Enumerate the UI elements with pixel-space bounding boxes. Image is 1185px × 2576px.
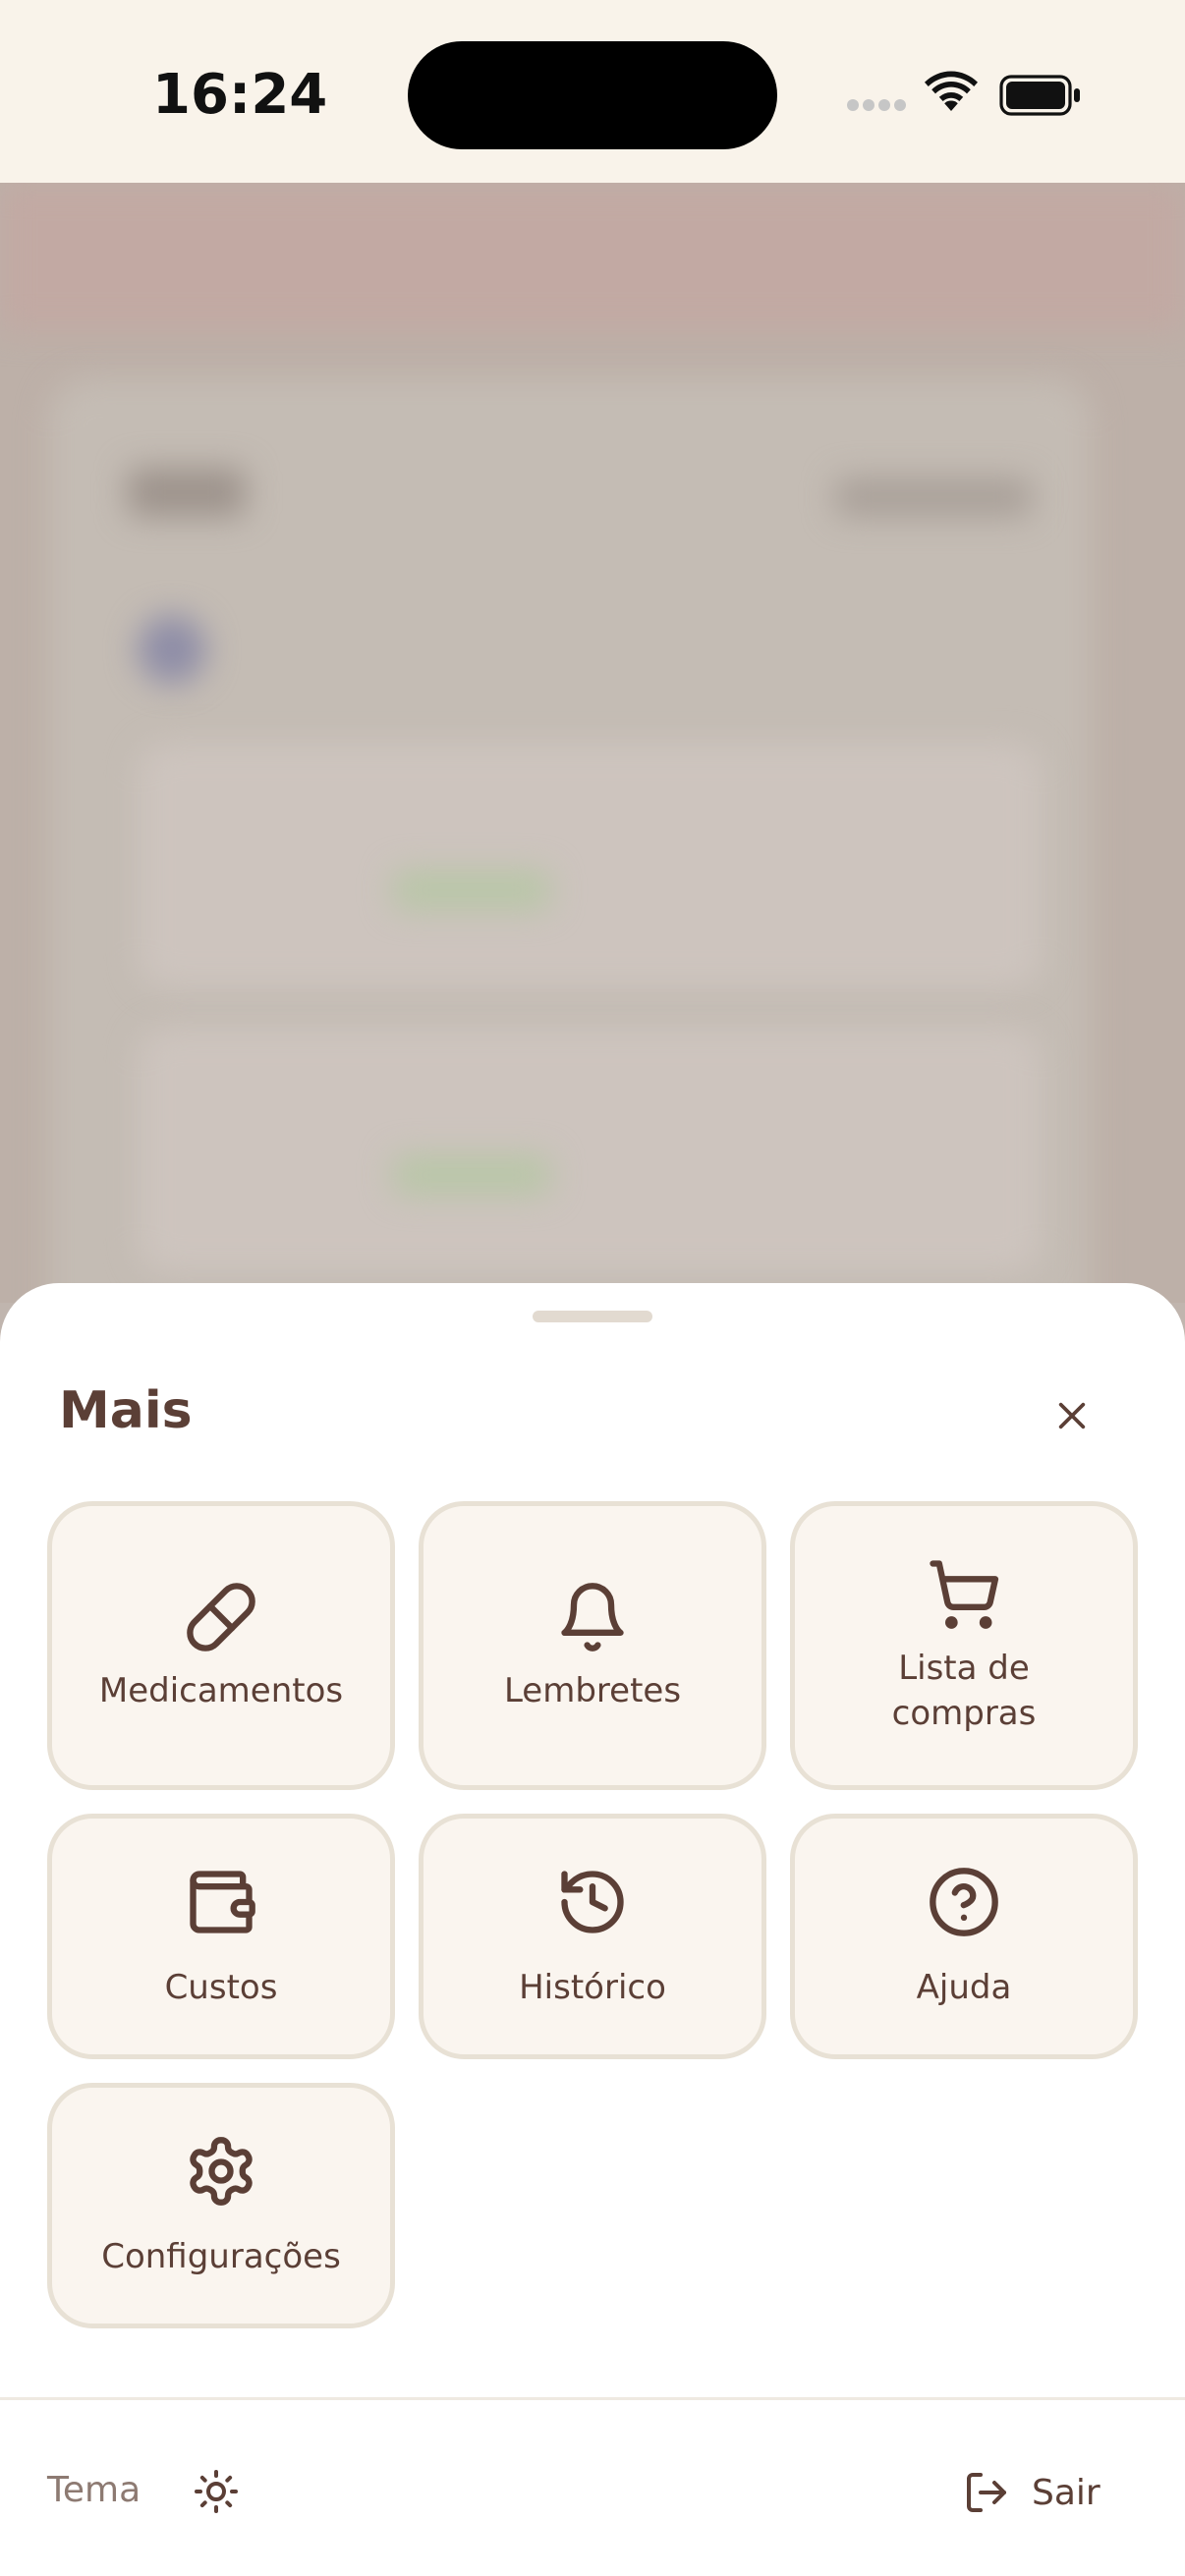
menu-item-configuracoes[interactable]: Configurações [47,2083,395,2328]
menu-item-custos[interactable]: Custos [47,1814,395,2059]
history-icon [553,1863,632,1941]
menu-item-historico[interactable]: Histórico [419,1814,766,2059]
footer-divider [0,2397,1185,2400]
menu-item-lembretes[interactable]: Lembretes [419,1501,766,1790]
menu-item-label: Medicamentos [98,1671,344,1710]
close-button[interactable] [1044,1387,1100,1444]
sun-icon [195,2470,238,2513]
screen: 16:24 Mais Medicamentos Lembretes Lista … [0,0,1185,2576]
wifi-icon [924,71,979,118]
cart-icon [925,1555,1003,1634]
help-icon [925,1863,1003,1941]
bell-icon [553,1578,632,1656]
status-time: 16:24 [152,63,328,127]
sheet-grabber[interactable] [533,1311,652,1322]
battery-icon [999,75,1082,120]
theme-toggle-button[interactable] [187,2462,246,2521]
pill-icon [182,1578,260,1656]
menu-item-label: Configurações [101,2237,341,2276]
logout-button[interactable]: Sair [963,2458,1120,2527]
cellular-signal-icon [847,96,910,120]
menu-item-label: Histórico [519,1968,666,2007]
background-app-blurred [0,183,1185,1303]
menu-item-label: Ajuda [916,1968,1012,2007]
wallet-icon [182,1863,260,1941]
more-menu-sheet: Mais Medicamentos Lembretes Lista de com… [0,1283,1185,2576]
menu-item-label: Custos [164,1968,278,2007]
menu-item-lista-de-compras[interactable]: Lista de compras [790,1501,1138,1790]
close-icon [1058,1402,1086,1429]
status-bar: 16:24 [0,0,1185,183]
logout-label: Sair [1032,2472,1100,2513]
theme-label: Tema [47,2470,141,2510]
menu-item-medicamentos[interactable]: Medicamentos [47,1501,395,1790]
gear-icon [182,2132,260,2211]
logout-icon [967,2473,1006,2512]
menu-item-ajuda[interactable]: Ajuda [790,1814,1138,2059]
sheet-title: Mais [59,1381,193,1440]
menu-item-label: Lista de compras [891,1649,1037,1733]
dynamic-island [408,41,777,149]
menu-item-label: Lembretes [503,1671,682,1710]
